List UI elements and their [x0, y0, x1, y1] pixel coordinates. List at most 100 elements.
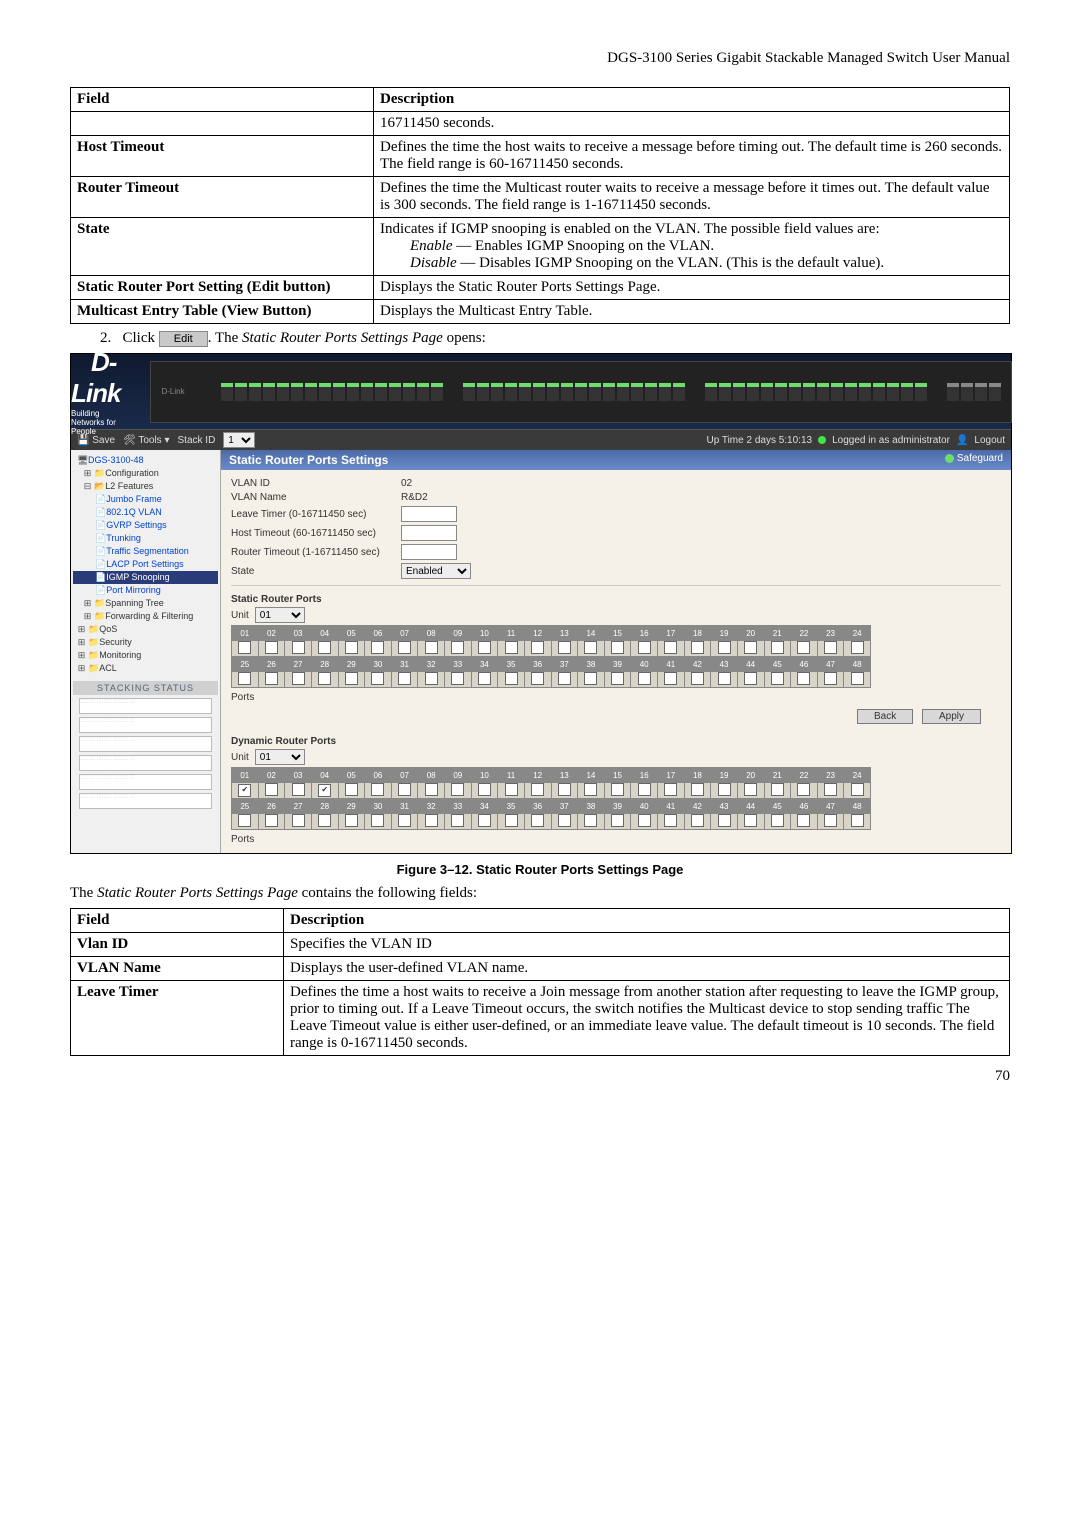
port-checkbox-28[interactable] — [318, 814, 331, 827]
port-checkbox-32[interactable] — [425, 814, 438, 827]
port-checkbox-16[interactable] — [638, 783, 651, 796]
port-checkbox-05[interactable] — [345, 641, 358, 654]
port-checkbox-17[interactable] — [664, 783, 677, 796]
port-checkbox-22[interactable] — [797, 641, 810, 654]
tree-gvrp[interactable]: 📄GVRP Settings — [73, 519, 218, 532]
port-checkbox-25[interactable] — [238, 672, 251, 685]
stackid-select[interactable]: 1 — [223, 432, 255, 448]
port-checkbox-01[interactable] — [238, 784, 251, 797]
port-checkbox-09[interactable] — [451, 783, 464, 796]
tree-fwdfilter[interactable]: ⊞📁Forwarding & Filtering — [73, 610, 218, 623]
port-checkbox-46[interactable] — [797, 814, 810, 827]
port-checkbox-09[interactable] — [451, 641, 464, 654]
port-checkbox-17[interactable] — [664, 641, 677, 654]
port-checkbox-47[interactable] — [824, 814, 837, 827]
port-checkbox-12[interactable] — [531, 641, 544, 654]
port-checkbox-02[interactable] — [265, 783, 278, 796]
port-checkbox-21[interactable] — [771, 783, 784, 796]
port-checkbox-37[interactable] — [558, 672, 571, 685]
port-checkbox-42[interactable] — [691, 814, 704, 827]
port-checkbox-43[interactable] — [718, 672, 731, 685]
state-select[interactable]: Enabled — [401, 563, 471, 579]
tree-jumbo[interactable]: 📄Jumbo Frame — [73, 493, 218, 506]
leave-input[interactable] — [401, 506, 457, 522]
port-checkbox-19[interactable] — [718, 641, 731, 654]
port-checkbox-15[interactable] — [611, 641, 624, 654]
tree-lacp[interactable]: 📄LACP Port Settings — [73, 558, 218, 571]
port-checkbox-15[interactable] — [611, 783, 624, 796]
port-checkbox-27[interactable] — [292, 814, 305, 827]
port-checkbox-08[interactable] — [425, 641, 438, 654]
port-checkbox-04[interactable] — [318, 784, 331, 797]
tree-l2[interactable]: ⊟📂L2 Features — [73, 480, 218, 493]
apply-button[interactable]: Apply — [922, 709, 981, 724]
port-checkbox-27[interactable] — [292, 672, 305, 685]
port-checkbox-28[interactable] — [318, 672, 331, 685]
port-checkbox-20[interactable] — [744, 783, 757, 796]
port-checkbox-33[interactable] — [451, 672, 464, 685]
tree-monitoring[interactable]: ⊞📁Monitoring — [73, 649, 218, 662]
port-checkbox-02[interactable] — [265, 641, 278, 654]
port-checkbox-31[interactable] — [398, 672, 411, 685]
port-checkbox-10[interactable] — [478, 641, 491, 654]
port-checkbox-29[interactable] — [345, 672, 358, 685]
port-checkbox-14[interactable] — [584, 641, 597, 654]
port-checkbox-34[interactable] — [478, 814, 491, 827]
tree-acl[interactable]: ⊞📁ACL — [73, 662, 218, 675]
port-checkbox-37[interactable] — [558, 814, 571, 827]
port-checkbox-08[interactable] — [425, 783, 438, 796]
port-checkbox-43[interactable] — [718, 814, 731, 827]
port-checkbox-48[interactable] — [851, 814, 864, 827]
port-checkbox-30[interactable] — [371, 814, 384, 827]
port-checkbox-47[interactable] — [824, 672, 837, 685]
port-checkbox-18[interactable] — [691, 641, 704, 654]
tree-igmp[interactable]: 📄IGMP Snooping — [73, 571, 218, 584]
port-checkbox-03[interactable] — [292, 783, 305, 796]
tree-dot1q[interactable]: 📄802.1Q VLAN — [73, 506, 218, 519]
port-checkbox-36[interactable] — [531, 672, 544, 685]
port-checkbox-04[interactable] — [318, 641, 331, 654]
tree-spanning[interactable]: ⊞📁Spanning Tree — [73, 597, 218, 610]
port-checkbox-41[interactable] — [664, 814, 677, 827]
port-checkbox-42[interactable] — [691, 672, 704, 685]
tools-menu[interactable]: 🛠 Tools ▾ — [123, 435, 169, 446]
edit-button[interactable]: Edit — [159, 331, 208, 347]
port-checkbox-20[interactable] — [744, 641, 757, 654]
port-checkbox-05[interactable] — [345, 783, 358, 796]
back-button[interactable]: Back — [857, 709, 913, 724]
port-checkbox-38[interactable] — [584, 814, 597, 827]
port-checkbox-06[interactable] — [371, 783, 384, 796]
port-checkbox-24[interactable] — [851, 641, 864, 654]
port-checkbox-11[interactable] — [505, 783, 518, 796]
port-checkbox-33[interactable] — [451, 814, 464, 827]
tree-qos[interactable]: ⊞📁QoS — [73, 623, 218, 636]
port-checkbox-19[interactable] — [718, 783, 731, 796]
port-checkbox-12[interactable] — [531, 783, 544, 796]
tree-configuration[interactable]: ⊞📁Configuration — [73, 467, 218, 480]
port-checkbox-14[interactable] — [584, 783, 597, 796]
port-checkbox-07[interactable] — [398, 641, 411, 654]
port-checkbox-23[interactable] — [824, 641, 837, 654]
port-checkbox-41[interactable] — [664, 672, 677, 685]
port-checkbox-48[interactable] — [851, 672, 864, 685]
port-checkbox-07[interactable] — [398, 783, 411, 796]
port-checkbox-16[interactable] — [638, 641, 651, 654]
router-input[interactable] — [401, 544, 457, 560]
save-menu[interactable]: 💾 Save — [77, 435, 115, 446]
port-checkbox-38[interactable] — [584, 672, 597, 685]
port-checkbox-25[interactable] — [238, 814, 251, 827]
port-checkbox-44[interactable] — [744, 672, 757, 685]
port-checkbox-24[interactable] — [851, 783, 864, 796]
port-checkbox-10[interactable] — [478, 783, 491, 796]
tree-trafficseg[interactable]: 📄Traffic Segmentation — [73, 545, 218, 558]
port-checkbox-06[interactable] — [371, 641, 384, 654]
port-checkbox-46[interactable] — [797, 672, 810, 685]
port-checkbox-45[interactable] — [771, 814, 784, 827]
port-checkbox-21[interactable] — [771, 641, 784, 654]
port-checkbox-30[interactable] — [371, 672, 384, 685]
port-checkbox-44[interactable] — [744, 814, 757, 827]
port-checkbox-03[interactable] — [292, 641, 305, 654]
host-input[interactable] — [401, 525, 457, 541]
port-checkbox-40[interactable] — [638, 814, 651, 827]
port-checkbox-32[interactable] — [425, 672, 438, 685]
